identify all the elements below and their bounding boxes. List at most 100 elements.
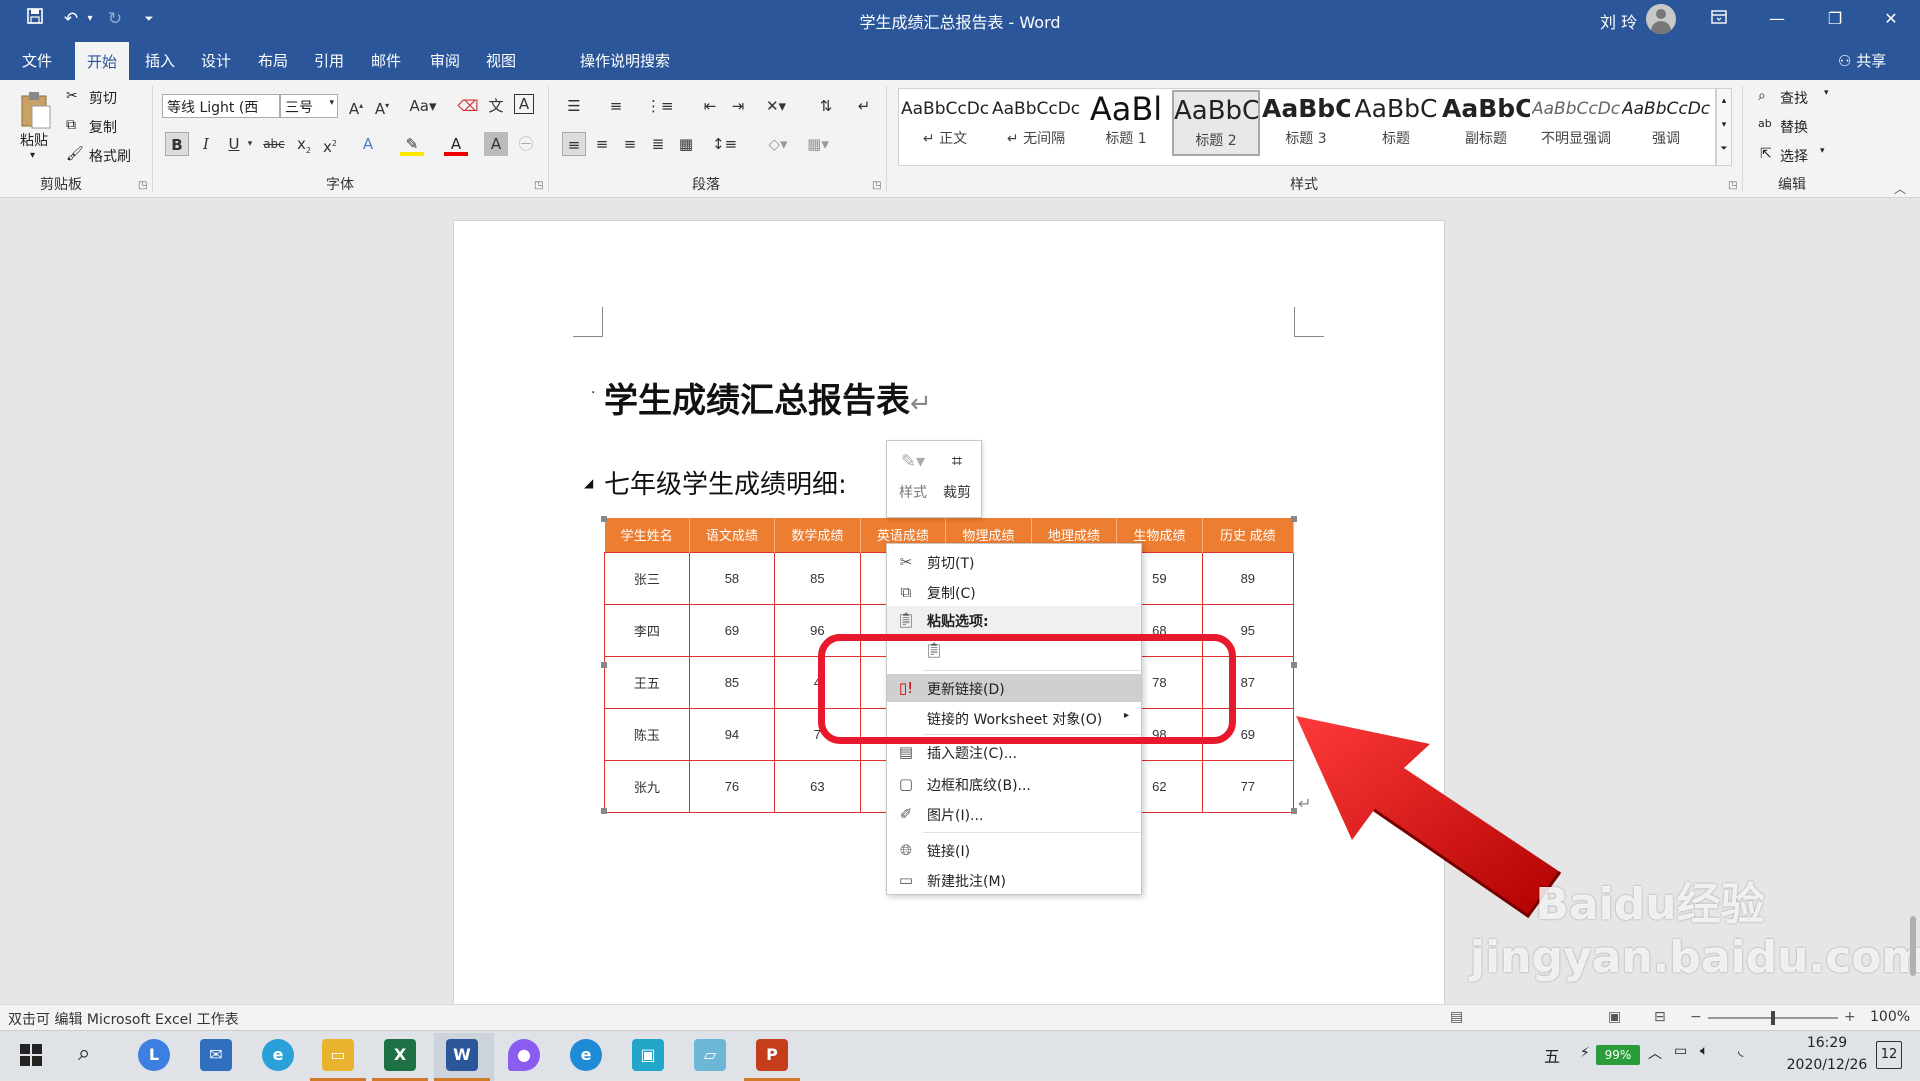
copy-button[interactable]: 复制 (89, 117, 117, 137)
mail-icon[interactable]: ✉ (200, 1039, 232, 1071)
subscript-icon[interactable]: x2 (292, 132, 316, 156)
character-shading-icon[interactable]: A (484, 132, 508, 156)
font-color-icon[interactable]: A (444, 132, 468, 156)
resize-handle[interactable] (1291, 662, 1297, 668)
collapse-ribbon-icon[interactable]: ︿ (1894, 180, 1906, 197)
align-left-icon[interactable]: ≡ (562, 132, 586, 156)
find-icon[interactable]: ⌕ (1758, 88, 1766, 104)
print-layout-icon[interactable]: ▣ (1608, 1009, 1621, 1025)
replace-icon[interactable]: ab (1758, 117, 1772, 130)
enclose-characters-icon[interactable]: ㊀ (514, 132, 538, 156)
sort-icon[interactable]: ⇅ (814, 94, 838, 118)
zoom-out-icon[interactable]: − (1690, 1009, 1702, 1025)
tell-me-search[interactable]: 操作说明搜索 (580, 50, 670, 71)
line-spacing-icon[interactable]: ↕≡ (712, 132, 737, 156)
replace-button[interactable]: 替换 (1780, 117, 1808, 137)
paint-app-icon[interactable]: ● (508, 1039, 540, 1071)
resize-handle[interactable] (1291, 516, 1297, 522)
character-border-icon[interactable]: A (514, 94, 534, 114)
style-heading-3[interactable]: AaBbC 标题 3 (1262, 90, 1350, 156)
italic-icon[interactable]: I (194, 132, 218, 156)
crop-button[interactable]: ⌗ 裁剪 (937, 451, 977, 502)
styles-scroll[interactable]: ▴ ▾ ⏷ (1716, 88, 1732, 166)
menu-item-copy[interactable]: ⧉ 复制(C) (887, 578, 1141, 606)
grow-font-icon[interactable]: A▴ (344, 94, 368, 118)
powerpoint-icon[interactable]: P (756, 1039, 788, 1071)
font-size-box[interactable]: 三号 ▾ (280, 94, 338, 118)
justify-icon[interactable]: ≣ (646, 132, 670, 156)
minimize-icon[interactable]: — (1748, 0, 1806, 38)
style-no-spacing[interactable]: AaBbCcDc ↵ 无间隔 (992, 90, 1080, 156)
app-icon[interactable]: ▣ (632, 1039, 664, 1071)
find-dropdown-icon[interactable]: ▾ (1824, 88, 1829, 98)
show-hidden-icons[interactable]: ︿ (1648, 1043, 1662, 1063)
ime-indicator[interactable]: 五 (1544, 1043, 1560, 1067)
user-name[interactable]: 刘 玲 (1600, 9, 1637, 33)
style-button[interactable]: ✎▾ 样式 (893, 451, 933, 502)
battery-indicator[interactable]: 99% (1596, 1045, 1640, 1065)
highlight-icon[interactable]: ✎ (400, 132, 424, 156)
clipboard-launcher-icon[interactable]: ◳ (138, 180, 147, 191)
edge-icon[interactable]: e (570, 1039, 602, 1071)
clock-date[interactable]: 2020/12/26 (1777, 1057, 1877, 1073)
paste-button[interactable]: 粘贴 (20, 130, 48, 150)
align-right-icon[interactable]: ≡ (618, 132, 642, 156)
underline-dropdown-icon[interactable]: ▾ (244, 132, 256, 156)
style-subtitle[interactable]: AaBbC 副标题 (1442, 90, 1530, 156)
tab-mailings[interactable]: 邮件 (371, 50, 401, 72)
browser-ie-icon[interactable]: e (262, 1039, 294, 1071)
clock-time[interactable]: 16:29 (1787, 1035, 1867, 1051)
style-title[interactable]: AaBbC 标题 (1352, 90, 1440, 156)
paste-dropdown-icon[interactable]: ▾ (30, 150, 35, 161)
text-effects-icon[interactable]: A (356, 132, 380, 156)
tab-review[interactable]: 审阅 (430, 50, 460, 72)
select-dropdown-icon[interactable]: ▾ (1820, 146, 1825, 156)
zoom-slider-thumb[interactable] (1771, 1011, 1775, 1025)
tab-view[interactable]: 视图 (486, 50, 516, 72)
zoom-level[interactable]: 100% (1870, 1009, 1910, 1025)
strikethrough-icon[interactable]: abc (262, 132, 286, 156)
style-heading-2[interactable]: AaBbC 标题 2 (1172, 90, 1260, 156)
notes-app-icon[interactable]: ▱ (694, 1039, 726, 1071)
select-button[interactable]: 选择 (1780, 146, 1808, 166)
format-painter-icon[interactable]: 🖌︎ (66, 146, 84, 162)
avatar[interactable] (1646, 4, 1676, 34)
styles-launcher-icon[interactable]: ◳ (1728, 180, 1737, 191)
change-case-icon[interactable]: Aa▾ (406, 94, 440, 118)
notification-center-icon[interactable]: 12 (1876, 1041, 1902, 1069)
menu-item-picture[interactable]: ✐ 图片(I)... (887, 800, 1141, 828)
numbering-icon[interactable]: ≡ (604, 94, 628, 118)
style-emphasis[interactable]: AaBbCcDc 强调 (1622, 90, 1710, 156)
clear-formatting-icon[interactable]: ⌫ (456, 94, 480, 118)
paste-icon[interactable] (18, 90, 58, 134)
style-normal[interactable]: AaBbCcDc ↵ 正文 (901, 90, 989, 156)
web-layout-icon[interactable]: ⊟ (1654, 1009, 1666, 1025)
restore-icon[interactable]: ❐ (1806, 0, 1864, 38)
zoom-in-icon[interactable]: + (1844, 1009, 1856, 1025)
font-launcher-icon[interactable]: ◳ (534, 180, 543, 191)
excel-icon[interactable]: X (384, 1039, 416, 1071)
resize-handle[interactable] (601, 662, 607, 668)
find-button[interactable]: 查找 (1780, 88, 1808, 108)
borders-icon[interactable]: ▦▾ (806, 132, 830, 156)
select-icon[interactable]: ⇱ (1760, 146, 1772, 162)
resize-handle[interactable] (601, 516, 607, 522)
lenovo-app-icon[interactable]: L (138, 1039, 170, 1071)
decrease-indent-icon[interactable]: ⇤ (698, 94, 722, 118)
bullets-icon[interactable]: ☰ (562, 94, 586, 118)
bold-icon[interactable]: B (165, 132, 189, 156)
align-center-icon[interactable]: ≡ (590, 132, 614, 156)
battery-icon[interactable]: ▭ (1674, 1043, 1687, 1059)
tab-insert[interactable]: 插入 (145, 50, 175, 72)
resize-handle[interactable] (601, 808, 607, 814)
paragraph-launcher-icon[interactable]: ◳ (872, 180, 881, 191)
start-icon[interactable] (20, 1044, 42, 1070)
font-name-box[interactable]: 等线 Light (西 (162, 94, 280, 118)
shrink-font-icon[interactable]: A▾ (370, 94, 394, 118)
ribbon-display-options-icon[interactable] (1690, 0, 1748, 38)
volume-icon[interactable]: 🔈︎ (1700, 1043, 1708, 1059)
tab-design[interactable]: 设计 (201, 50, 231, 72)
search-icon[interactable]: ⌕ (78, 1041, 90, 1066)
share-button[interactable]: ⚇ 共享 (1838, 50, 1886, 71)
vertical-scrollbar[interactable] (1910, 916, 1916, 976)
